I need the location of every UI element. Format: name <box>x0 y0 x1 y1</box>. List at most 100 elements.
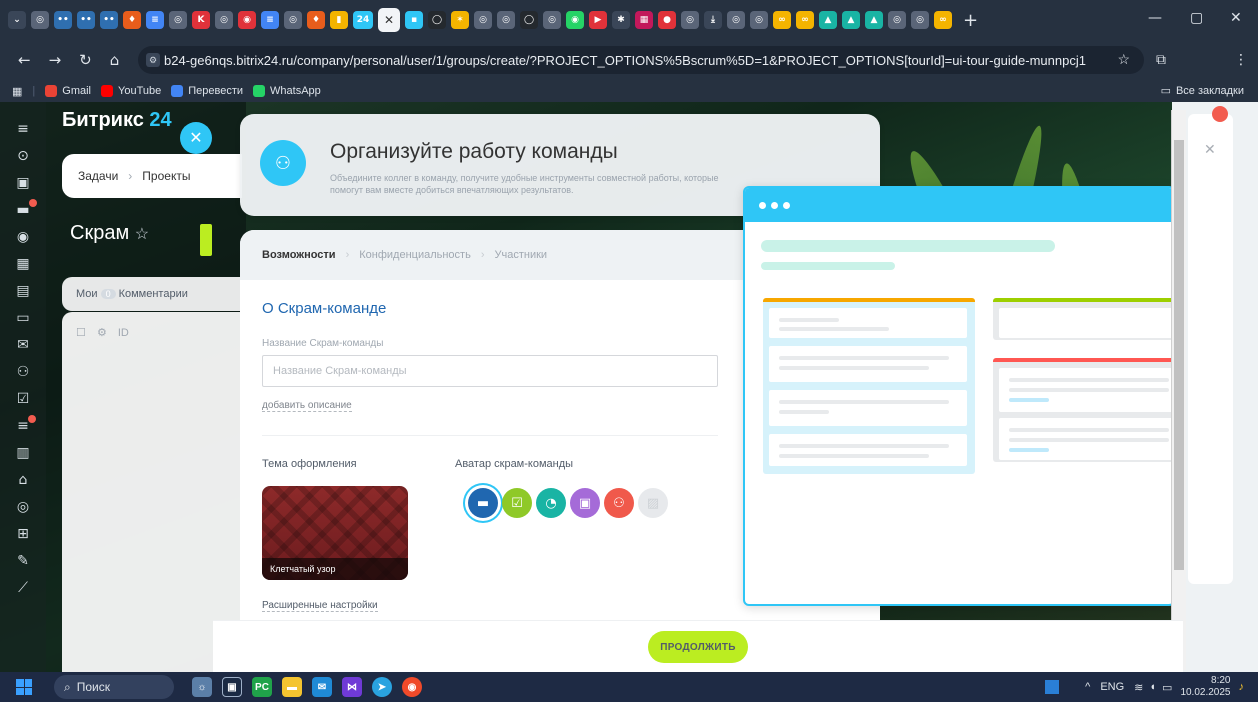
tab-favicon[interactable]: ⤓ <box>704 11 722 29</box>
site-info-icon[interactable]: ⚙ <box>146 53 160 67</box>
tab-favicon[interactable]: ▲ <box>842 11 860 29</box>
apps-grid-icon[interactable]: ▦ <box>12 85 22 98</box>
menu-automation-icon[interactable]: ◎ <box>17 494 29 521</box>
tab-tasks[interactable]: Задачи <box>78 169 118 183</box>
page-scrollbar[interactable] <box>1171 110 1186 670</box>
all-bookmarks[interactable]: ▭ Все закладки <box>1161 84 1244 98</box>
tab-favicon[interactable]: ◉ <box>566 11 584 29</box>
right-panel-close-icon[interactable]: ✕ <box>1204 142 1216 158</box>
telegram-icon[interactable]: ➤ <box>372 677 392 697</box>
tab-favicon[interactable]: ▲ <box>865 11 883 29</box>
menu-bank-icon[interactable]: ⌂ <box>19 467 28 494</box>
menu-crm-icon[interactable]: ◉ <box>17 224 29 251</box>
minimize-icon[interactable]: — <box>1148 10 1162 26</box>
tab-favicon[interactable]: ◉ <box>238 11 256 29</box>
extensions-icon[interactable]: ⧉ <box>1156 52 1166 68</box>
tray-chevron-icon[interactable]: ^ <box>1085 681 1090 693</box>
tab-favicon[interactable]: ◎ <box>169 11 187 29</box>
menu-scrum-icon[interactable]: ☑ <box>17 386 30 413</box>
step-features[interactable]: Возможности <box>262 249 336 261</box>
tab-favicon[interactable]: ◯ <box>428 11 446 29</box>
url-field[interactable]: ⚙ b24-ge6nqs.bitrix24.ru/company/persona… <box>138 46 1144 74</box>
tab-favicon[interactable]: ◎ <box>474 11 492 29</box>
tab-favicon[interactable]: ≡ <box>261 11 279 29</box>
team-name-input[interactable] <box>262 355 718 387</box>
notification-bell-icon[interactable]: ♪ <box>1239 681 1245 693</box>
tab-favicon[interactable]: ♦ <box>123 11 141 29</box>
tab-favicon[interactable]: ◎ <box>681 11 699 29</box>
back-icon[interactable]: ← <box>18 51 31 69</box>
tab-favicon[interactable]: ◎ <box>911 11 929 29</box>
menu-docs-icon[interactable]: ▤ <box>16 278 29 305</box>
people-icon[interactable]: ⚇ <box>604 488 634 518</box>
tab-favicon[interactable]: •• <box>54 11 72 29</box>
bookmark-item[interactable]: WhatsApp <box>253 85 321 97</box>
tab-favicon[interactable]: ♦ <box>307 11 325 29</box>
tab-favicon[interactable]: ◎ <box>888 11 906 29</box>
step-members[interactable]: Участники <box>495 249 548 261</box>
widgets-icon[interactable]: ☼ <box>192 677 212 697</box>
tab-favicon[interactable]: K <box>192 11 210 29</box>
image-placeholder-icon[interactable]: ▨ <box>638 488 668 518</box>
volume-icon[interactable]: ◖ <box>1149 681 1156 693</box>
tab-favicon[interactable]: ◯ <box>520 11 538 29</box>
tab-favicon[interactable]: ▪ <box>405 11 423 29</box>
forward-icon[interactable]: → <box>49 51 62 69</box>
browser-menu-icon[interactable]: ⋮ <box>1234 52 1248 68</box>
tab-favicon[interactable]: ▶ <box>589 11 607 29</box>
tab-favicon[interactable]: ◎ <box>31 11 49 29</box>
tab-favicon[interactable]: ◎ <box>497 11 515 29</box>
filter-comments[interactable]: Комментарии <box>119 288 188 300</box>
tab-favicon[interactable]: ∞ <box>796 11 814 29</box>
battery-icon[interactable]: ▭ <box>1162 681 1172 694</box>
windows-start-icon[interactable] <box>16 679 32 695</box>
bookmark-item[interactable]: Gmail <box>45 85 91 97</box>
reload-icon[interactable]: ↻ <box>79 51 92 69</box>
new-tab-icon[interactable]: + <box>963 10 978 31</box>
visual-studio-icon[interactable]: ⋈ <box>342 677 362 697</box>
grid-checkbox[interactable]: ☐ <box>76 327 86 339</box>
slider-close-icon[interactable]: ✕ <box>180 122 212 154</box>
tray-app-icon[interactable] <box>1045 680 1060 694</box>
continue-button[interactable]: ПРОДОЛЖИТЬ <box>648 631 748 663</box>
language-indicator[interactable]: ENG <box>1100 681 1124 693</box>
step-privacy[interactable]: Конфиденциальность <box>359 249 471 261</box>
menu-tasks-icon[interactable]: ▣ <box>16 170 29 197</box>
folder-icon[interactable]: ▬ <box>468 488 498 518</box>
menu-calendar-icon[interactable]: ▦ <box>16 251 29 278</box>
pycharm-icon[interactable]: PC <box>252 677 272 697</box>
menu-shop-icon[interactable]: ⊞ <box>17 521 29 548</box>
menu-company-icon[interactable]: ▥ <box>16 440 29 467</box>
tab-favicon[interactable]: ≡ <box>146 11 164 29</box>
file-explorer-icon[interactable]: ▬ <box>282 677 302 697</box>
wifi-icon[interactable]: ≋ <box>1134 681 1143 694</box>
menu-groups-icon[interactable]: ⚇ <box>17 359 30 386</box>
add-description-link[interactable]: добавить описание <box>262 400 352 412</box>
tab-favicon[interactable]: ◎ <box>215 11 233 29</box>
tab-projects[interactable]: Проекты <box>142 169 190 183</box>
bitrix-logo[interactable]: Битрикс 24 <box>62 109 172 132</box>
bookmark-item[interactable]: Перевести <box>171 85 243 97</box>
clock[interactable]: 8:20 10.02.2025 <box>1180 675 1230 699</box>
tab-favicon[interactable]: ∞ <box>773 11 791 29</box>
bookmark-star-icon[interactable]: ☆ <box>1117 51 1130 68</box>
tab-favicon[interactable]: ◎ <box>750 11 768 29</box>
menu-drive-icon[interactable]: ▭ <box>16 305 29 332</box>
taskbar-search[interactable]: ⌕ Поиск <box>54 675 174 699</box>
mail-app-icon[interactable]: ✉ <box>312 677 332 697</box>
tab-favicon[interactable]: ◎ <box>543 11 561 29</box>
advanced-settings-link[interactable]: Расширенные настройки <box>262 600 378 612</box>
tab-favicon[interactable]: ◎ <box>284 11 302 29</box>
bookmark-item[interactable]: YouTube <box>101 85 161 97</box>
home-icon[interactable]: ⌂ <box>110 51 120 69</box>
theme-card[interactable]: Клетчатый узор <box>262 486 408 580</box>
window-close-icon[interactable]: ✕ <box>1230 10 1242 26</box>
menu-burger-icon[interactable]: ≡ <box>17 116 29 143</box>
filter-mine[interactable]: Мои <box>76 288 98 300</box>
menu-chart-icon[interactable]: ⟋ <box>18 575 28 602</box>
tab-favicon[interactable]: ▮ <box>330 11 348 29</box>
tab-favicon[interactable]: ✱ <box>612 11 630 29</box>
tab-favicon[interactable]: ✶ <box>451 11 469 29</box>
task-view-icon[interactable]: ▣ <box>222 677 242 697</box>
tab-favicon[interactable]: ◎ <box>727 11 745 29</box>
